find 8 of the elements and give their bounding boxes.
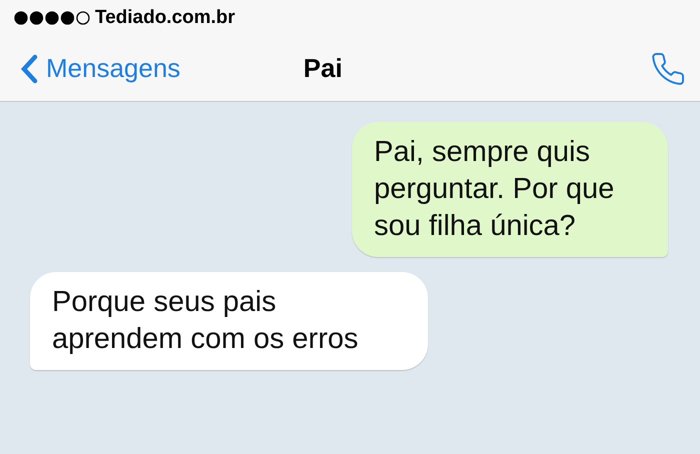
carrier-text: Tediado.com.br [95, 6, 236, 30]
signal-icon [14, 11, 92, 25]
message-text: Porque seus pais aprendem com os erros [52, 286, 358, 355]
phone-icon[interactable] [650, 50, 686, 86]
back-button[interactable]: Mensagens [0, 49, 180, 88]
chat-title: Pai [303, 52, 342, 85]
message-text: Pai, sempre quis perguntar. Por que sou filha única? [374, 136, 614, 242]
back-chevron-icon [20, 54, 38, 84]
